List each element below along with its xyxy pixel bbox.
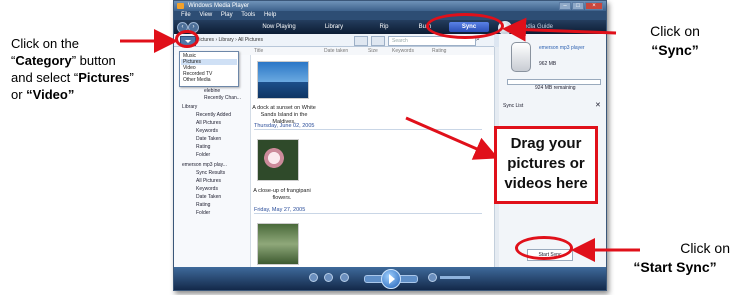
- category-instruction-line3-rest: ”: [129, 70, 134, 85]
- video-word: “Video”: [26, 87, 75, 102]
- start-sync-instruction: Click on “Start Sync”: [618, 239, 732, 277]
- start-sync-instruction-line2: “Start Sync”: [633, 259, 717, 275]
- category-instruction-line2: “Category” button: [11, 53, 116, 68]
- sync-instruction-line1: Click on: [650, 23, 700, 39]
- sync-arrow: [502, 17, 617, 42]
- category-instruction-line4-pre: or: [11, 87, 27, 102]
- category-instruction-line4: or “Video”: [11, 86, 171, 103]
- category-instruction-line2-rest: ” button: [71, 53, 116, 68]
- category-instruction: Click on the “Category” button and selec…: [11, 35, 171, 103]
- category-instruction-line3-pre: and select “: [11, 70, 79, 85]
- drag-instruction-line1: Drag your: [510, 135, 582, 152]
- category-word: Category: [15, 53, 72, 68]
- pictures-word: Pictures: [78, 70, 130, 85]
- category-instruction-line1: Click on the: [11, 36, 79, 51]
- category-instruction-line3: and select “Pictures”: [11, 69, 171, 86]
- drag-instruction-line2: pictures or: [507, 155, 585, 172]
- drag-instruction-line3: videos here: [504, 175, 588, 192]
- start-sync-instruction-line1: Click on: [680, 240, 730, 256]
- drag-instruction-box: Drag your pictures or videos here: [494, 126, 598, 204]
- sync-instruction: Click on “Sync”: [620, 22, 730, 60]
- drag-arrow: [405, 116, 499, 160]
- sync-instruction-line2: “Sync”: [651, 42, 699, 58]
